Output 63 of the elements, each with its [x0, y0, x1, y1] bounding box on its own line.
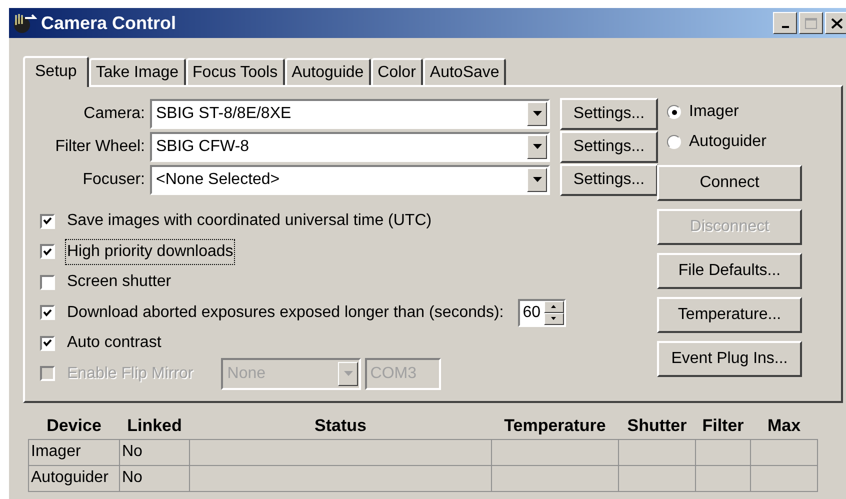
checkbox[interactable]: [40, 336, 55, 351]
dropdown-arrow-icon: [532, 144, 542, 149]
field-label: Focuser:: [82, 170, 146, 190]
field-label: Camera:: [82, 104, 146, 124]
action-button[interactable]: Event Plug Ins...: [657, 341, 802, 377]
tab[interactable]: Autoguide: [284, 58, 371, 85]
table-cell: Imager: [28, 439, 120, 465]
radio-label: Autoguider: [689, 132, 766, 152]
dropdown-field[interactable]: SBIG ST-8/8E/8XE: [150, 98, 550, 128]
checkbox[interactable]: [40, 214, 55, 229]
tab[interactable]: Setup: [23, 56, 89, 87]
check-icon: [43, 308, 52, 317]
number-spinner[interactable]: 60: [518, 298, 566, 327]
camera-app-icon: [13, 12, 37, 34]
checkbox-label: Screen shutter: [66, 272, 172, 292]
checkbox-label: Download aborted exposures exposed longer than (seconds):: [66, 302, 505, 323]
check-icon: [43, 248, 52, 256]
dropdown-arrow-icon: [344, 371, 353, 376]
settings-button[interactable]: Settings...: [560, 164, 658, 196]
action-button[interactable]: File Defaults...: [657, 253, 802, 289]
table-cell: No: [120, 439, 190, 465]
settings-button[interactable]: Settings...: [560, 130, 658, 162]
field-label: Filter Wheel:: [54, 136, 146, 156]
window-title: Camera Control: [41, 12, 176, 34]
column-header: Temperature: [492, 413, 618, 439]
down-arrow-icon: [551, 317, 556, 320]
checkbox[interactable]: [40, 274, 55, 290]
action-button[interactable]: Connect: [657, 165, 802, 201]
column-header: Max: [750, 413, 818, 439]
action-button[interactable]: Temperature...: [657, 297, 802, 333]
check-icon: [43, 339, 52, 348]
dropdown-field[interactable]: SBIG CFW-8: [150, 132, 550, 162]
checkbox-label: Save images with coordinated universal time (UTC): [66, 211, 433, 232]
column-header: Linked: [120, 413, 190, 439]
settings-button[interactable]: Settings...: [560, 98, 658, 130]
column-header: Filter: [696, 413, 750, 439]
close-button[interactable]: [825, 12, 846, 34]
radio-button[interactable]: [667, 135, 681, 149]
dropdown-arrow-icon: [532, 111, 542, 116]
check-icon: [43, 217, 52, 226]
column-header: Shutter: [618, 413, 696, 439]
column-header: Status: [190, 413, 492, 439]
tab[interactable]: Color: [370, 58, 423, 85]
checkbox[interactable]: [40, 305, 55, 320]
checkbox[interactable]: [40, 244, 55, 260]
checkbox-label: High priority downloads: [65, 238, 236, 265]
column-header: Device: [28, 413, 120, 439]
up-arrow-icon: [551, 305, 556, 308]
minimize-icon: [782, 26, 788, 28]
radio-label: Imager: [689, 102, 739, 122]
tab[interactable]: Focus Tools: [186, 58, 285, 85]
table-cell: Autoguider: [28, 465, 120, 491]
close-icon: [831, 18, 843, 28]
tab[interactable]: AutoSave: [422, 58, 506, 85]
radio-button[interactable]: [667, 105, 681, 119]
dropdown-arrow-icon: [532, 177, 542, 182]
tab[interactable]: Take Image: [88, 58, 186, 85]
minimize-button[interactable]: [773, 12, 797, 34]
maximize-button[interactable]: [799, 12, 823, 34]
checkbox-label: Auto contrast: [66, 333, 162, 354]
maximize-icon: [805, 18, 817, 28]
table-cell: No: [120, 465, 190, 491]
dropdown-field[interactable]: <None Selected>: [150, 164, 550, 194]
